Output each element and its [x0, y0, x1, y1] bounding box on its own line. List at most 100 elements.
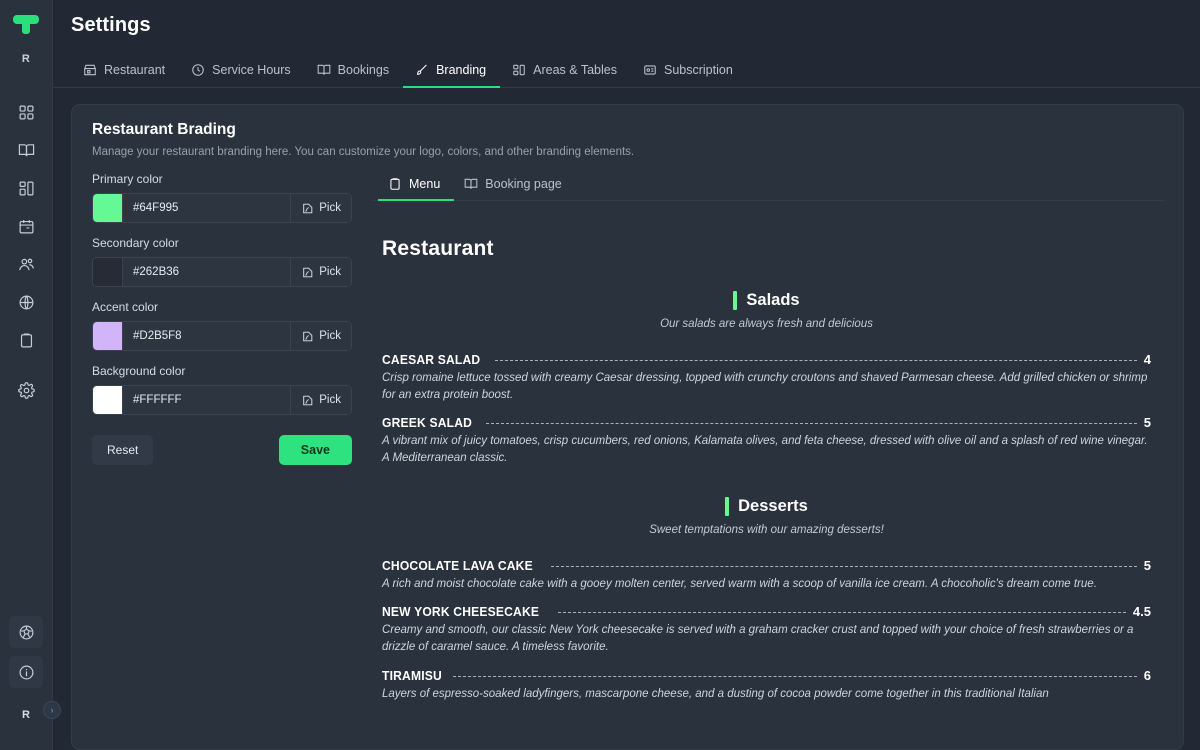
- card-subtitle: Manage your restaurant branding here. Yo…: [92, 146, 635, 158]
- card-icon: [643, 63, 657, 77]
- tab-label: Booking page: [485, 177, 562, 191]
- menu-preview-scroll[interactable]: Restaurant Salads Our salads are always …: [372, 201, 1165, 749]
- book-open-icon: [317, 63, 331, 77]
- avatar[interactable]: R: [13, 702, 39, 728]
- sidebar-item-menu[interactable]: [9, 134, 43, 166]
- app-logo[interactable]: [0, 0, 52, 44]
- section-name: Desserts: [738, 496, 808, 515]
- tab-menu[interactable]: Menu: [378, 172, 455, 201]
- section-items: CHOCOLATE LAVA CAKE 5 A rich and moist c…: [382, 558, 1151, 703]
- tab-label: Menu: [409, 177, 441, 191]
- tab-label: Bookings: [337, 63, 390, 77]
- preview-panel: Menu Booking page Restaurant Salads Our …: [372, 172, 1183, 749]
- sidebar-collapse-toggle[interactable]: ›: [43, 701, 61, 719]
- menu-item-name: NEW YORK CHEESECAKE: [382, 604, 540, 620]
- menu-restaurant-name: Restaurant: [382, 237, 494, 260]
- sidebar-item-layout[interactable]: [9, 172, 43, 204]
- menu-item-name: TIRAMISU: [382, 667, 442, 683]
- tab-label: Service Hours: [212, 63, 291, 77]
- pick-color-button[interactable]: Pick: [290, 194, 351, 222]
- card-body: Primary color #64F995 Pick Secondary col…: [72, 158, 1183, 749]
- sidebar-item-dashboard[interactable]: [9, 96, 43, 128]
- tab-branding[interactable]: Branding: [403, 57, 501, 88]
- tab-service-hours[interactable]: Service Hours: [179, 57, 305, 88]
- menu-item-description: Crisp romaine lettuce tossed with creamy…: [382, 372, 1148, 401]
- tab-bookings[interactable]: Bookings: [305, 57, 403, 88]
- menu-item: CHOCOLATE LAVA CAKE 5 A rich and moist c…: [382, 558, 1151, 593]
- form-actions: Reset Save: [92, 435, 352, 465]
- sidebar-workspace-initial[interactable]: R: [22, 53, 30, 65]
- accent-color-hex-input[interactable]: [123, 322, 291, 350]
- pick-color-button[interactable]: Pick: [290, 322, 351, 350]
- leader-dots: [453, 675, 1137, 677]
- color-swatch[interactable]: [93, 194, 123, 222]
- tab-label: Areas & Tables: [533, 63, 617, 77]
- color-input-row[interactable]: Pick: [92, 193, 352, 223]
- leader-dots: [485, 423, 1137, 425]
- menu-item-price: 5: [1143, 415, 1151, 431]
- menu-section-salads: Salads Our salads are always fresh and d…: [382, 291, 1151, 467]
- sidebar-item-orders[interactable]: [9, 324, 43, 356]
- tab-label: Subscription: [664, 63, 733, 77]
- reset-button[interactable]: Reset: [92, 435, 154, 465]
- tab-areas-tables[interactable]: Areas & Tables: [500, 57, 631, 88]
- branding-card: Restaurant Brading Manage your restauran…: [71, 104, 1184, 750]
- info-icon: [18, 664, 35, 681]
- sidebar-item-customers[interactable]: [9, 248, 43, 280]
- color-swatch[interactable]: [93, 258, 123, 286]
- menu-item-name: CAESAR SALAD: [382, 352, 481, 367]
- pick-color-button[interactable]: Pick: [290, 386, 351, 414]
- tab-booking-page[interactable]: Booking page: [454, 172, 575, 201]
- menu-item: CAESAR SALAD 4 Crisp romaine lettuce tos…: [382, 352, 1151, 403]
- section-header: Desserts: [382, 496, 1151, 516]
- top-bar: Settings: [53, 0, 1200, 37]
- menu-item-description: A vibrant mix of juicy tomatoes, crisp c…: [382, 435, 1148, 465]
- menu-item-description: Creamy and smooth, our classic New York …: [382, 624, 1134, 654]
- clock-icon: [191, 63, 205, 77]
- app-root: R R › Settings Restaurant Service Hours …: [0, 0, 1200, 750]
- clipboard-icon: [388, 177, 402, 191]
- branding-form: Primary color #64F995 Pick Secondary col…: [72, 172, 372, 749]
- color-picker-icon: [301, 394, 314, 407]
- tab-restaurant[interactable]: Restaurant: [71, 57, 179, 88]
- store-icon: [83, 63, 97, 77]
- tab-label: Restaurant: [104, 63, 166, 77]
- secondary-color-hex-input[interactable]: [123, 258, 291, 286]
- content-area: Restaurant Brading Manage your restauran…: [53, 88, 1200, 750]
- sidebar-item-website[interactable]: [9, 286, 43, 318]
- section-header: Salads: [382, 291, 1151, 310]
- tab-subscription[interactable]: Subscription: [631, 57, 747, 88]
- globe-icon: [18, 294, 35, 311]
- color-swatch[interactable]: [93, 386, 123, 414]
- settings-tab-bar: Restaurant Service Hours Bookings Brandi…: [53, 45, 1200, 88]
- page-title: Settings: [71, 14, 151, 36]
- sidebar: R R ›: [0, 0, 61, 750]
- color-input-row[interactable]: Pick: [92, 321, 352, 351]
- color-swatch[interactable]: [93, 322, 123, 350]
- save-button[interactable]: Save: [278, 435, 352, 465]
- menu-item-price: 5: [1143, 557, 1151, 573]
- chevron-right-circle-icon: ›: [50, 705, 54, 715]
- menu-section-desserts: Desserts Sweet temptations with our amaz…: [382, 496, 1151, 703]
- pick-color-button[interactable]: Pick: [290, 258, 351, 286]
- color-input-row[interactable]: Pick: [92, 385, 352, 415]
- menu-item-description: Layers of espresso-soaked ladyfingers, m…: [382, 687, 1049, 700]
- sidebar-item-settings[interactable]: [9, 374, 43, 406]
- brush-icon: [415, 63, 429, 77]
- t-logo-icon: [13, 15, 39, 35]
- color-input-row[interactable]: Pick: [92, 257, 352, 287]
- preview-tab-bar: Menu Booking page: [372, 172, 1165, 201]
- sidebar-item-calendar[interactable]: [9, 210, 43, 242]
- leader-dots: [551, 565, 1137, 567]
- sidebar-item-support[interactable]: [9, 616, 43, 648]
- section-name: Salads: [746, 291, 800, 309]
- color-picker-icon: [301, 266, 314, 279]
- menu-item-name: GREEK SALAD: [382, 415, 473, 431]
- sidebar-bottom-nav: [9, 616, 43, 688]
- sidebar-item-info[interactable]: [9, 656, 43, 688]
- primary-color-hex-input[interactable]: [123, 194, 291, 222]
- field-label: Background color: [92, 364, 186, 378]
- color-picker-icon: [301, 202, 314, 215]
- background-color-hex-input[interactable]: [123, 386, 291, 414]
- tables-icon: [512, 63, 526, 77]
